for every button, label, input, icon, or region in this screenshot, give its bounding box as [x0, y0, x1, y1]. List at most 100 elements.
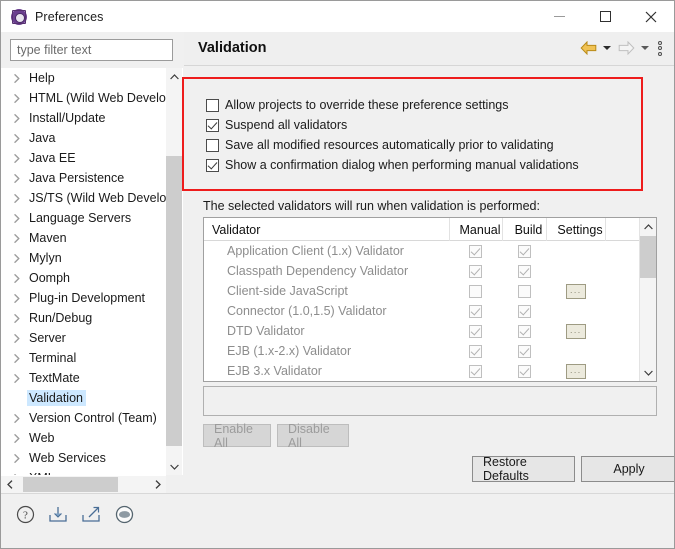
sidebar-item-language-servers[interactable]: Language Servers: [1, 208, 166, 228]
build-checkbox-cell[interactable]: [502, 381, 546, 382]
manual-checkbox-cell[interactable]: [449, 381, 502, 382]
back-arrow-icon[interactable]: [578, 39, 598, 57]
back-dropdown-icon[interactable]: [601, 39, 613, 57]
sidebar-item-validation[interactable]: Validation: [1, 388, 166, 408]
chevron-right-icon[interactable]: [14, 373, 28, 383]
forward-dropdown-icon[interactable]: [639, 39, 651, 57]
chevron-right-icon[interactable]: [14, 173, 28, 183]
preference-row[interactable]: Save all modified resources automaticall…: [206, 135, 641, 155]
checkbox-icon[interactable]: [206, 138, 219, 152]
table-vertical-scrollbar[interactable]: [639, 218, 656, 381]
chevron-right-icon[interactable]: [14, 453, 28, 463]
chevron-right-icon[interactable]: [14, 273, 28, 283]
chevron-right-icon[interactable]: [14, 213, 28, 223]
build-checkbox-cell[interactable]: [502, 261, 546, 281]
sidebar-item-java-persistence[interactable]: Java Persistence: [1, 168, 166, 188]
record-icon[interactable]: [112, 502, 136, 526]
maximize-button[interactable]: [582, 1, 628, 32]
sidebar-item-html-wild-web-develo[interactable]: HTML (Wild Web Develo: [1, 88, 166, 108]
build-checkbox-icon[interactable]: [517, 304, 531, 318]
chevron-right-icon[interactable]: [14, 233, 28, 243]
settings-ellipsis-button[interactable]: ···: [565, 283, 586, 299]
sidebar-item-web[interactable]: Web: [1, 428, 166, 448]
settings-ellipsis-button[interactable]: ···: [565, 363, 586, 379]
checkbox-icon[interactable]: [206, 158, 219, 172]
chevron-right-icon[interactable]: [14, 433, 28, 443]
build-checkbox-cell[interactable]: [502, 341, 546, 361]
chevron-right-icon[interactable]: [14, 193, 28, 203]
manual-checkbox-icon[interactable]: [469, 284, 483, 298]
sidebar-item-java[interactable]: Java: [1, 128, 166, 148]
export-icon[interactable]: [79, 502, 103, 526]
table-row[interactable]: EJB (1.x-2.x) Validator: [204, 341, 640, 361]
settings-cell[interactable]: [546, 261, 605, 281]
chevron-right-icon[interactable]: [14, 93, 28, 103]
help-icon[interactable]: ?: [13, 502, 37, 526]
checkbox-icon[interactable]: [206, 98, 219, 112]
minimize-button[interactable]: [536, 1, 582, 32]
chevron-right-icon[interactable]: [14, 133, 28, 143]
build-checkbox-cell[interactable]: [502, 281, 546, 301]
build-checkbox-cell[interactable]: [502, 241, 546, 261]
sidebar-item-xml[interactable]: XML: [1, 468, 166, 475]
build-checkbox-cell[interactable]: [502, 301, 546, 321]
sidebar-item-java-ee[interactable]: Java EE: [1, 148, 166, 168]
tree-horizontal-scrollbar[interactable]: [1, 475, 183, 493]
checkbox-icon[interactable]: [206, 118, 219, 132]
sidebar-item-oomph[interactable]: Oomph: [1, 268, 166, 288]
manual-checkbox-icon[interactable]: [469, 344, 483, 358]
disable-all-button[interactable]: Disable All: [277, 422, 349, 450]
column-header-manual[interactable]: Manual: [450, 218, 503, 241]
restore-defaults-button[interactable]: Restore Defaults: [472, 455, 575, 483]
build-checkbox-icon[interactable]: [517, 344, 531, 358]
settings-cell[interactable]: ···: [546, 281, 605, 301]
search-input[interactable]: type filter text: [10, 39, 173, 61]
table-scroll-up-icon[interactable]: [640, 218, 656, 235]
manual-checkbox-icon[interactable]: [469, 304, 483, 318]
scroll-down-icon[interactable]: [166, 458, 182, 475]
manual-checkbox-cell[interactable]: [449, 301, 502, 321]
manual-checkbox-cell[interactable]: [449, 321, 502, 341]
build-checkbox-icon[interactable]: [517, 364, 531, 378]
tree-scroll-thumb[interactable]: [166, 156, 182, 446]
chevron-right-icon[interactable]: [14, 353, 28, 363]
settings-cell[interactable]: [546, 241, 605, 261]
sidebar-item-textmate[interactable]: TextMate: [1, 368, 166, 388]
build-checkbox-icon[interactable]: [517, 264, 531, 278]
sidebar-item-js-ts-wild-web-develop[interactable]: JS/TS (Wild Web Develop: [1, 188, 166, 208]
close-icon[interactable]: [628, 1, 674, 32]
view-menu-icon[interactable]: [654, 39, 666, 57]
sidebar-item-maven[interactable]: Maven: [1, 228, 166, 248]
chevron-right-icon[interactable]: [14, 333, 28, 343]
chevron-right-icon[interactable]: [14, 313, 28, 323]
build-checkbox-cell[interactable]: [502, 321, 546, 341]
build-checkbox-icon[interactable]: [517, 284, 531, 298]
sidebar-item-version-control-team[interactable]: Version Control (Team): [1, 408, 166, 428]
table-row[interactable]: Connector (1.0,1.5) Validator: [204, 301, 640, 321]
manual-checkbox-cell[interactable]: [449, 281, 502, 301]
manual-checkbox-cell[interactable]: [449, 361, 502, 381]
sidebar-item-web-services[interactable]: Web Services: [1, 448, 166, 468]
table-row[interactable]: Client-side JavaScript ···: [204, 281, 640, 301]
scroll-left-icon[interactable]: [1, 476, 18, 493]
sidebar-item-mylyn[interactable]: Mylyn: [1, 248, 166, 268]
tree-hscroll-thumb[interactable]: [23, 477, 118, 492]
scroll-right-icon[interactable]: [149, 476, 166, 493]
import-icon[interactable]: [46, 502, 70, 526]
sidebar-item-run-debug[interactable]: Run/Debug: [1, 308, 166, 328]
apply-button[interactable]: Apply: [581, 456, 674, 482]
table-row-partial[interactable]: [204, 381, 640, 382]
table-scroll-down-icon[interactable]: [640, 364, 656, 381]
settings-cell[interactable]: ···: [546, 361, 605, 381]
table-row[interactable]: Application Client (1.x) Validator: [204, 241, 640, 261]
column-header-validator[interactable]: Validator: [204, 218, 450, 241]
table-row[interactable]: DTD Validator ···: [204, 321, 640, 341]
sidebar-item-install-update[interactable]: Install/Update: [1, 108, 166, 128]
settings-cell[interactable]: [546, 381, 605, 382]
manual-checkbox-cell[interactable]: [449, 241, 502, 261]
scroll-up-icon[interactable]: [166, 68, 182, 85]
settings-cell[interactable]: [546, 301, 605, 321]
chevron-right-icon[interactable]: [14, 153, 28, 163]
chevron-right-icon[interactable]: [14, 253, 28, 263]
manual-checkbox-icon[interactable]: [469, 364, 483, 378]
